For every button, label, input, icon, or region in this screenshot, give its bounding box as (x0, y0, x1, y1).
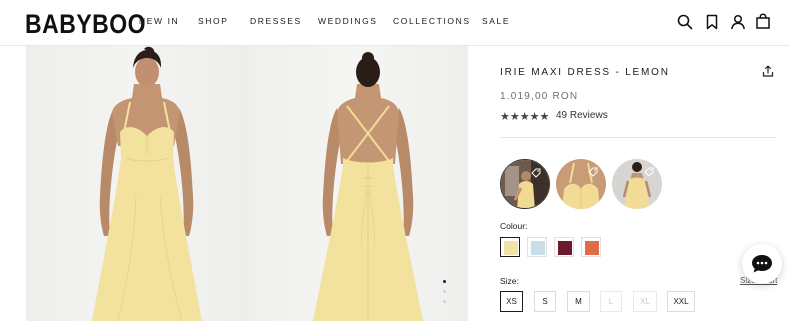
chat-icon (752, 255, 772, 273)
rating-stars: ★★★★★ (500, 111, 550, 123)
gallery-dot-2[interactable] (443, 290, 446, 293)
account-icon[interactable] (730, 14, 746, 30)
size-option-xl[interactable]: XL (633, 291, 657, 312)
nav-item-weddings[interactable]: WEDDINGS (318, 16, 378, 26)
model-front-illustration (92, 46, 202, 321)
photo-thumbnail-3[interactable] (612, 159, 662, 209)
size-option-m[interactable]: M (567, 291, 590, 312)
photo-thumbnail-1[interactable] (500, 159, 550, 209)
swatch-fill (504, 241, 518, 255)
reviews-link[interactable]: 49 Reviews (556, 110, 608, 121)
size-option-l[interactable]: L (600, 291, 622, 312)
share-icon[interactable] (762, 65, 774, 77)
product-title: IRIE MAXI DRESS - LEMON (500, 67, 670, 78)
bookmark-icon[interactable] (704, 14, 720, 30)
product-gallery[interactable] (26, 46, 468, 321)
thumbnail-1-image (501, 160, 549, 208)
section-divider (500, 137, 776, 138)
gallery-dot-3[interactable] (443, 300, 446, 303)
chat-button[interactable] (742, 244, 782, 284)
nav-item-dresses[interactable]: DRESSES (250, 16, 302, 26)
tag-icon (644, 167, 654, 177)
nav-item-new-in[interactable]: NEW IN (139, 16, 179, 26)
colour-swatch-light-blue[interactable] (527, 237, 547, 257)
search-icon[interactable] (677, 14, 693, 30)
photo-thumbnail-2[interactable] (556, 159, 606, 209)
size-option-xs[interactable]: XS (500, 291, 523, 312)
dress-back-photo[interactable] (247, 46, 468, 321)
thumbnail-3-image (612, 159, 662, 209)
tag-icon (531, 168, 541, 178)
thumbnail-2-image (556, 159, 606, 209)
model-back-illustration (313, 52, 423, 321)
tag-icon (588, 167, 598, 177)
nav-item-sale[interactable]: SALE (482, 16, 510, 26)
colour-swatch-burgundy[interactable] (554, 237, 574, 257)
gallery-dot-1[interactable] (443, 280, 446, 283)
brand-logo[interactable]: BABYBOO (25, 9, 146, 40)
swatch-fill (558, 241, 572, 255)
site-header: BABYBOO NEW IN SHOP DRESSES WEDDINGS COL… (0, 0, 790, 46)
nav-item-collections[interactable]: COLLECTIONS (393, 16, 471, 26)
colour-swatch-orange[interactable] (581, 237, 601, 257)
nav-item-shop[interactable]: SHOP (198, 16, 229, 26)
product-price: 1.019,00 RON (500, 91, 579, 102)
size-option-xxl[interactable]: XXL (667, 291, 695, 312)
size-option-s[interactable]: S (534, 291, 556, 312)
bag-icon[interactable] (755, 13, 771, 29)
colour-label: Colour: (500, 221, 528, 231)
colour-swatch-lemon[interactable] (500, 237, 520, 257)
dress-front-photo[interactable] (26, 46, 247, 321)
size-label: Size: (500, 276, 519, 286)
swatch-fill (531, 241, 545, 255)
swatch-fill (585, 241, 599, 255)
